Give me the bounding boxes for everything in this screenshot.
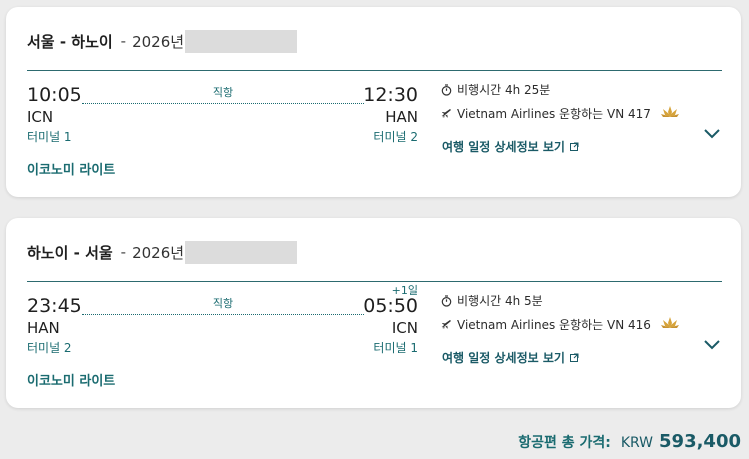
operating-carrier: Vietnam Airlines 운항하는 VN 416 (439, 316, 679, 333)
redacted-date (185, 240, 298, 264)
total-price-amount: 593,400 (659, 431, 741, 452)
route-heading: 하노이 - 서울 - 2026년 (27, 240, 298, 264)
flight-duration: 비행시간 4h 25분 (439, 81, 550, 98)
flight-card-return: 하노이 - 서울 - 2026년 +1일 23:45 직항 05:50 HAN … (6, 218, 741, 408)
flight-duration: 비행시간 4h 5분 (439, 292, 543, 309)
stopwatch-icon (439, 83, 453, 96)
stopwatch-icon (439, 294, 453, 307)
chevron-down-icon[interactable] (703, 336, 721, 350)
total-price-label: 항공편 총 가격: (518, 435, 611, 451)
external-link-icon (569, 142, 579, 151)
flight-card-outbound: 서울 - 하노이 - 2026년 10:05 직항 12:30 ICN HAN … (6, 7, 741, 197)
itinerary-details-link[interactable]: 여행 일정 상세정보 보기 (442, 138, 579, 155)
route-heading: 서울 - 하노이 - 2026년 (27, 29, 298, 53)
flight-date: 2026년 (132, 32, 185, 51)
details-link-label: 여행 일정 상세정보 보기 (442, 351, 565, 365)
flight-date: 2026년 (132, 243, 185, 262)
flight-path-line (82, 314, 364, 315)
duration-text: 비행시간 4h 25분 (457, 83, 551, 97)
departure-terminal: 터미널 1 (27, 130, 72, 144)
plane-icon (439, 108, 453, 119)
arrival-airport: HAN (385, 108, 418, 126)
total-price-currency: KRW (620, 435, 654, 451)
operated-by-text: Vietnam Airlines 운항하는 VN 416 (457, 318, 651, 332)
cabin-class: 이코노미 라이트 (27, 374, 116, 389)
operating-carrier: Vietnam Airlines 운항하는 VN 417 (439, 105, 679, 122)
flight-path-line (82, 103, 364, 104)
departure-time: 23:45 (27, 295, 82, 317)
lotus-logo-icon (660, 317, 679, 332)
arrival-time: 05:50 (363, 295, 418, 317)
direct-label: 직항 (212, 297, 234, 310)
header-divider (27, 70, 722, 71)
departure-time: 10:05 (27, 84, 82, 106)
cabin-class: 이코노미 라이트 (27, 163, 116, 178)
route-name: 서울 - 하노이 (27, 32, 113, 51)
chevron-down-icon[interactable] (703, 125, 721, 139)
direct-label: 직항 (212, 86, 234, 99)
departure-airport: HAN (27, 319, 60, 337)
plane-icon (439, 319, 453, 330)
departure-terminal: 터미널 2 (27, 341, 72, 355)
duration-text: 비행시간 4h 5분 (457, 294, 543, 308)
departure-airport: ICN (27, 108, 54, 126)
operated-by-text: Vietnam Airlines 운항하는 VN 417 (457, 107, 651, 121)
redacted-date (185, 29, 298, 53)
total-price: 항공편 총 가격: KRW 593,400 (518, 431, 741, 452)
header-divider (27, 281, 722, 282)
arrival-terminal: 터미널 1 (373, 341, 418, 355)
arrival-terminal: 터미널 2 (373, 130, 418, 144)
arrival-airport: ICN (391, 319, 418, 337)
route-name: 하노이 - 서울 (27, 243, 113, 262)
itinerary-details-link[interactable]: 여행 일정 상세정보 보기 (442, 349, 579, 366)
arrival-time: 12:30 (363, 84, 418, 106)
details-link-label: 여행 일정 상세정보 보기 (442, 140, 565, 154)
route-date-separator: - (120, 32, 127, 50)
route-date-separator: - (120, 243, 127, 261)
external-link-icon (569, 353, 579, 362)
lotus-logo-icon (660, 106, 679, 121)
